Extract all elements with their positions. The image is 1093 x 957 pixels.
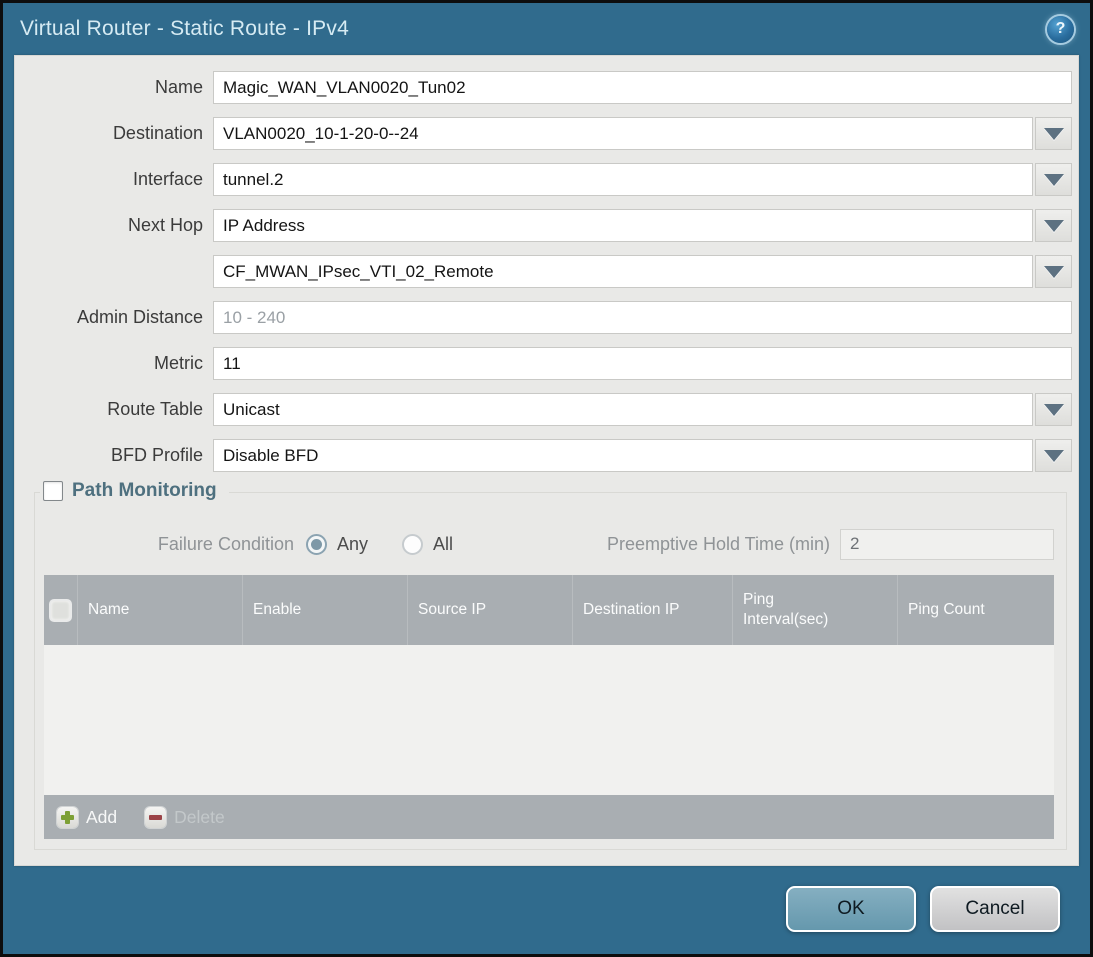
dropdown-arrow-icon <box>1044 220 1064 232</box>
select-all-checkbox[interactable] <box>51 601 70 620</box>
column-header-name: Name <box>78 575 243 645</box>
column-header-enable: Enable <box>243 575 408 645</box>
bfd-profile-label: BFD Profile <box>15 445 213 466</box>
name-label: Name <box>15 77 213 98</box>
interface-combo-input[interactable] <box>213 163 1033 196</box>
dialog-body-panel: Name Destination Interface <box>14 55 1079 866</box>
interface-dropdown-button[interactable] <box>1035 163 1072 196</box>
column-header-ping-count: Ping Count <box>898 575 1054 645</box>
dropdown-arrow-icon <box>1044 128 1064 140</box>
static-route-form: Name Destination Interface <box>15 56 1078 472</box>
failure-condition-label: Failure Condition <box>44 534 306 555</box>
path-monitoring-checkbox[interactable] <box>43 481 63 501</box>
admin-distance-input[interactable] <box>213 301 1072 334</box>
form-row-destination: Destination <box>15 117 1072 150</box>
dialog-action-buttons: OK Cancel <box>786 886 1060 932</box>
form-row-bfd-profile: BFD Profile <box>15 439 1072 472</box>
failure-condition-any-label: Any <box>337 534 368 555</box>
delete-minus-icon <box>145 807 166 828</box>
path-monitoring-group: Path Monitoring Failure Condition Any Al… <box>34 492 1067 850</box>
form-row-metric: Metric <box>15 347 1072 380</box>
bfd-profile-dropdown-button[interactable] <box>1035 439 1072 472</box>
add-button-label: Add <box>86 807 117 828</box>
form-row-admin-distance: Admin Distance <box>15 301 1072 334</box>
form-row-route-table: Route Table <box>15 393 1072 426</box>
next-hop-address-combo-input[interactable] <box>213 255 1033 288</box>
dropdown-arrow-icon <box>1044 174 1064 186</box>
name-input[interactable] <box>213 71 1072 104</box>
next-hop-type-combo-input[interactable] <box>213 209 1033 242</box>
help-icon[interactable]: ? <box>1047 16 1074 43</box>
destination-dropdown-button[interactable] <box>1035 117 1072 150</box>
preemptive-hold-time-input[interactable] <box>840 529 1054 560</box>
form-row-next-hop: Next Hop <box>15 209 1072 242</box>
cancel-button[interactable]: Cancel <box>930 886 1060 932</box>
metric-label: Metric <box>15 353 213 374</box>
next-hop-type-dropdown-button[interactable] <box>1035 209 1072 242</box>
table-toolbar: Add Delete <box>44 795 1054 839</box>
admin-distance-label: Admin Distance <box>15 307 213 328</box>
next-hop-label: Next Hop <box>15 215 213 236</box>
destination-combo-input[interactable] <box>213 117 1033 150</box>
form-row-next-hop-address <box>15 255 1072 288</box>
table-header-row: Name Enable Source IP Destination IP Pin… <box>44 575 1054 645</box>
column-header-source-ip: Source IP <box>408 575 573 645</box>
path-monitoring-table: Name Enable Source IP Destination IP Pin… <box>44 575 1054 839</box>
bfd-profile-combo-input[interactable] <box>213 439 1033 472</box>
preemptive-hold-time-label: Preemptive Hold Time (min) <box>607 534 830 555</box>
destination-label: Destination <box>15 123 213 144</box>
preemptive-hold-time-group: Preemptive Hold Time (min) <box>607 529 1057 560</box>
table-body-empty <box>44 645 1054 795</box>
route-table-dropdown-button[interactable] <box>1035 393 1072 426</box>
route-table-combo-input[interactable] <box>213 393 1033 426</box>
dialog-titlebar: Virtual Router - Static Route - IPv4 ? <box>3 3 1090 55</box>
failure-condition-all-radio[interactable] <box>402 534 423 555</box>
dialog-window: Virtual Router - Static Route - IPv4 ? N… <box>0 0 1093 957</box>
metric-input[interactable] <box>213 347 1072 380</box>
failure-condition-row: Failure Condition Any All Preemptive Hol… <box>44 525 1057 563</box>
table-header-checkbox-cell <box>44 575 78 645</box>
form-row-interface: Interface <box>15 163 1072 196</box>
failure-condition-any-radio[interactable] <box>306 534 327 555</box>
delete-button-label: Delete <box>174 807 225 828</box>
path-monitoring-title: Path Monitoring <box>72 480 217 502</box>
dropdown-arrow-icon <box>1044 450 1064 462</box>
failure-condition-all-label: All <box>433 534 453 555</box>
dialog-title: Virtual Router - Static Route - IPv4 <box>20 17 349 41</box>
next-hop-address-dropdown-button[interactable] <box>1035 255 1072 288</box>
delete-button[interactable]: Delete <box>145 807 225 828</box>
dropdown-arrow-icon <box>1044 404 1064 416</box>
ok-button[interactable]: OK <box>786 886 916 932</box>
form-row-name: Name <box>15 71 1072 104</box>
column-header-ping-interval: Ping Interval(sec) <box>733 575 898 645</box>
dropdown-arrow-icon <box>1044 266 1064 278</box>
interface-label: Interface <box>15 169 213 190</box>
add-button[interactable]: Add <box>57 807 117 828</box>
add-plus-icon <box>57 807 78 828</box>
route-table-label: Route Table <box>15 399 213 420</box>
path-monitoring-legend: Path Monitoring <box>40 478 229 504</box>
column-header-destination-ip: Destination IP <box>573 575 733 645</box>
